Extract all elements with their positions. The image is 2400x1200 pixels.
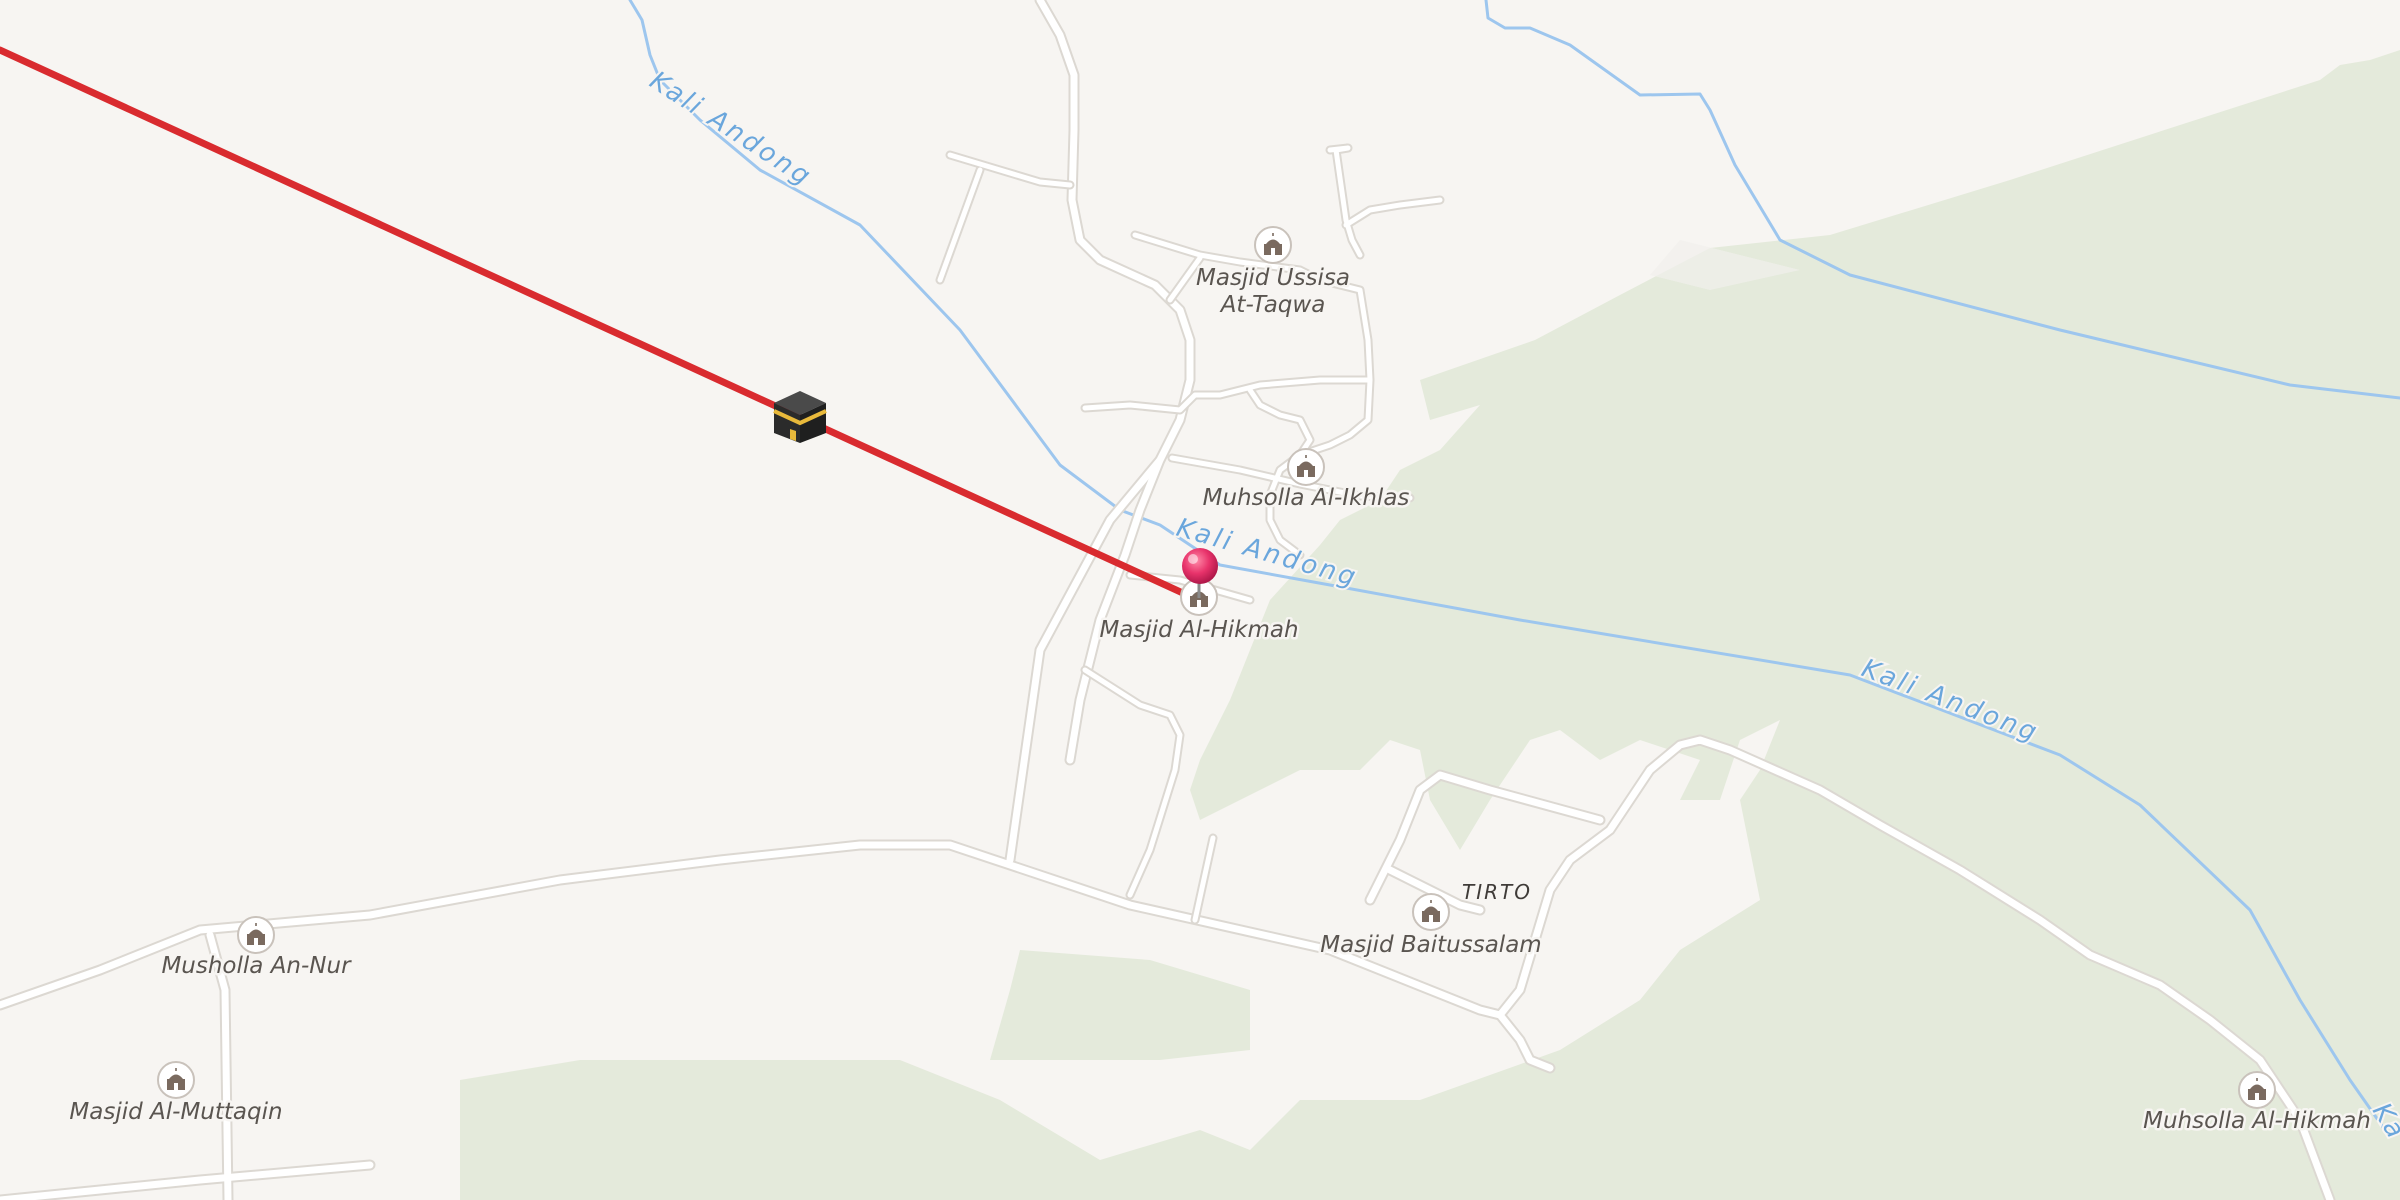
poi-label: Masjid Ussisa bbox=[1196, 265, 1350, 291]
poi-label: Muhsolla Al-Hikmah bbox=[2143, 1108, 2371, 1134]
mosque-icon bbox=[237, 916, 275, 954]
place-label: TIRTO bbox=[1462, 880, 1532, 904]
mosque-icon bbox=[157, 1061, 195, 1099]
mosque-icon bbox=[1287, 448, 1325, 486]
mosque-icon bbox=[1254, 226, 1292, 264]
poi-label: Muhsolla Al-Ikhlas bbox=[1203, 485, 1410, 511]
poi-label: Masjid Baitussalam bbox=[1320, 932, 1541, 958]
mosque-icon bbox=[2238, 1071, 2276, 1109]
map-view[interactable]: Kali Andong Kali Andong Kali Andong Ka M… bbox=[0, 0, 2400, 1200]
poi-label: At-Taqwa bbox=[1219, 292, 1326, 318]
poi-label: Masjid Al-Muttaqin bbox=[69, 1099, 282, 1125]
mosque-icon bbox=[1412, 893, 1450, 931]
poi-label: Musholla An-Nur bbox=[161, 953, 352, 979]
poi-label: Masjid Al-Hikmah bbox=[1099, 617, 1298, 643]
map-canvas[interactable]: Kali Andong Kali Andong Kali Andong Ka M… bbox=[0, 0, 2400, 1200]
